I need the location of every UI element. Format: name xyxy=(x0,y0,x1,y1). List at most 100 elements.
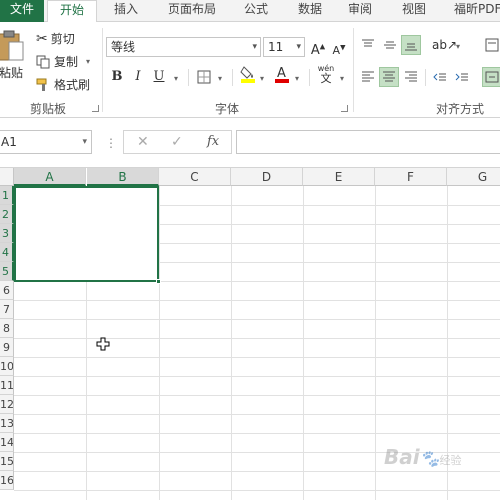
gridline-horizontal xyxy=(14,414,500,415)
ribbon-home: 粘贴 ✂ 剪切 复制 ▾ 格式刷 剪贴板 等线 ▾ 11 ▾ A▲ A▼ B I… xyxy=(0,22,500,118)
column-header-d[interactable]: D xyxy=(231,168,303,186)
clipboard-group-label: 剪贴板 xyxy=(29,102,66,116)
increase-indent-button[interactable] xyxy=(452,67,472,87)
copy-button[interactable]: 复制 ▾ xyxy=(36,53,90,70)
fill-handle[interactable] xyxy=(156,279,161,284)
align-bottom-button[interactable] xyxy=(401,35,421,55)
align-bottom-icon xyxy=(405,43,417,51)
insert-function-button[interactable]: fx xyxy=(207,134,219,149)
tab-formulas[interactable]: 公式 xyxy=(234,0,278,22)
row-header-12[interactable]: 12 xyxy=(0,395,14,414)
font-color-dropdown-icon[interactable]: ▾ xyxy=(295,74,299,83)
decrease-indent-button[interactable] xyxy=(430,67,450,87)
row-header-7[interactable]: 7 xyxy=(0,300,14,319)
paste-label: 粘贴 xyxy=(0,66,23,80)
format-painter-button[interactable]: 格式刷 xyxy=(36,76,90,93)
tab-file[interactable]: 文件 xyxy=(0,0,44,22)
gridline-horizontal xyxy=(14,338,500,339)
align-top-button[interactable] xyxy=(358,35,378,55)
chevron-down-icon: ▾ xyxy=(82,137,87,147)
copy-icon xyxy=(36,55,50,68)
row-header-14[interactable]: 14 xyxy=(0,433,14,452)
phonetic-dropdown-icon[interactable]: ▾ xyxy=(340,74,344,83)
orientation-button[interactable]: ab↗ xyxy=(432,35,457,55)
font-launcher-icon[interactable] xyxy=(341,105,348,112)
font-size-select[interactable]: 11 ▾ xyxy=(263,37,305,57)
gridline-horizontal xyxy=(14,490,500,491)
gridline-horizontal xyxy=(14,376,500,377)
row-header-1[interactable]: 1 xyxy=(0,186,14,205)
paint-bucket-icon xyxy=(240,66,255,83)
row-header-6[interactable]: 6 xyxy=(0,281,14,300)
tab-data[interactable]: 数据 xyxy=(288,0,332,22)
align-middle-button[interactable] xyxy=(380,35,400,55)
align-center-button[interactable] xyxy=(379,67,399,87)
ribbon-tab-bar: 文件 开始 插入 页面布局 公式 数据 审阅 视图 福昕PDF xyxy=(0,0,500,23)
selected-range[interactable] xyxy=(14,186,159,282)
column-header-b[interactable]: B xyxy=(87,168,159,186)
row-header-13[interactable]: 13 xyxy=(0,414,14,433)
cut-button[interactable]: ✂ 剪切 xyxy=(36,30,75,47)
font-name-value: 等线 xyxy=(111,40,136,54)
underline-button[interactable]: U xyxy=(149,67,169,87)
row-header-15[interactable]: 15 xyxy=(0,452,14,471)
phonetic-char: 文 xyxy=(320,72,332,85)
fill-color-dropdown-icon[interactable]: ▾ xyxy=(260,74,264,83)
clipboard-launcher-icon[interactable] xyxy=(92,105,99,112)
merge-center-button[interactable] xyxy=(482,67,500,87)
gridline-horizontal xyxy=(14,357,500,358)
group-divider xyxy=(102,28,103,112)
row-header-10[interactable]: 10 xyxy=(0,357,14,376)
row-header-11[interactable]: 11 xyxy=(0,376,14,395)
row-header-4[interactable]: 4 xyxy=(0,243,14,262)
row-header-9[interactable]: 9 xyxy=(0,338,14,357)
align-left-icon xyxy=(362,71,374,82)
wrap-text-button[interactable] xyxy=(482,35,500,55)
cancel-icon[interactable]: ✕ xyxy=(137,134,149,150)
font-name-select[interactable]: 等线 ▾ xyxy=(106,37,261,57)
tab-foxit-pdf[interactable]: 福昕PDF xyxy=(446,0,500,22)
grow-font-button[interactable]: A▲ xyxy=(308,37,328,58)
gridline-horizontal xyxy=(14,433,500,434)
font-color-button[interactable]: A xyxy=(272,65,292,85)
bold-button[interactable]: B xyxy=(107,67,127,87)
tab-view[interactable]: 视图 xyxy=(392,0,436,22)
copy-dropdown-icon[interactable]: ▾ xyxy=(86,57,90,66)
fill-color-button[interactable] xyxy=(238,65,258,85)
gridline-horizontal xyxy=(14,319,500,320)
column-header-e[interactable]: E xyxy=(303,168,375,186)
align-right-button[interactable] xyxy=(401,67,421,87)
name-box[interactable]: A1 ▾ xyxy=(0,130,92,154)
enter-check-icon[interactable]: ✓ xyxy=(171,134,183,150)
phonetic-guide-button[interactable]: wén 文 xyxy=(314,64,338,88)
watermark-brand: Bai xyxy=(384,445,420,469)
more-options-icon[interactable]: ⋮ xyxy=(105,136,117,150)
borders-dropdown-icon[interactable]: ▾ xyxy=(218,74,222,83)
tab-home[interactable]: 开始 xyxy=(47,0,97,23)
column-header-g[interactable]: G xyxy=(447,168,500,186)
orientation-dropdown-icon[interactable]: ▾ xyxy=(456,42,460,51)
select-all-corner[interactable] xyxy=(0,168,14,186)
formula-input[interactable] xyxy=(236,130,500,154)
row-header-16[interactable]: 16 xyxy=(0,471,14,490)
tab-insert[interactable]: 插入 xyxy=(104,0,148,22)
row-header-5[interactable]: 5 xyxy=(0,262,14,281)
increase-indent-icon xyxy=(455,73,468,81)
column-header-c[interactable]: C xyxy=(159,168,231,186)
align-left-button[interactable] xyxy=(358,67,378,87)
shrink-font-button[interactable]: A▼ xyxy=(329,37,349,57)
row-header-3[interactable]: 3 xyxy=(0,224,14,243)
underline-dropdown-icon[interactable]: ▾ xyxy=(174,74,178,83)
tab-review[interactable]: 审阅 xyxy=(338,0,382,22)
row-header-8[interactable]: 8 xyxy=(0,319,14,338)
paste-button[interactable]: 粘贴 xyxy=(0,30,26,92)
row-header-2[interactable]: 2 xyxy=(0,205,14,224)
column-header-f[interactable]: F xyxy=(375,168,447,186)
tab-page-layout[interactable]: 页面布局 xyxy=(160,0,224,22)
italic-button[interactable]: I xyxy=(128,67,148,87)
gridline-horizontal xyxy=(14,300,500,301)
borders-button[interactable] xyxy=(194,67,214,87)
column-header-a[interactable]: A xyxy=(14,168,86,186)
merge-center-icon xyxy=(485,71,499,83)
formula-buttons: ✕ ✓ fx xyxy=(123,130,232,154)
